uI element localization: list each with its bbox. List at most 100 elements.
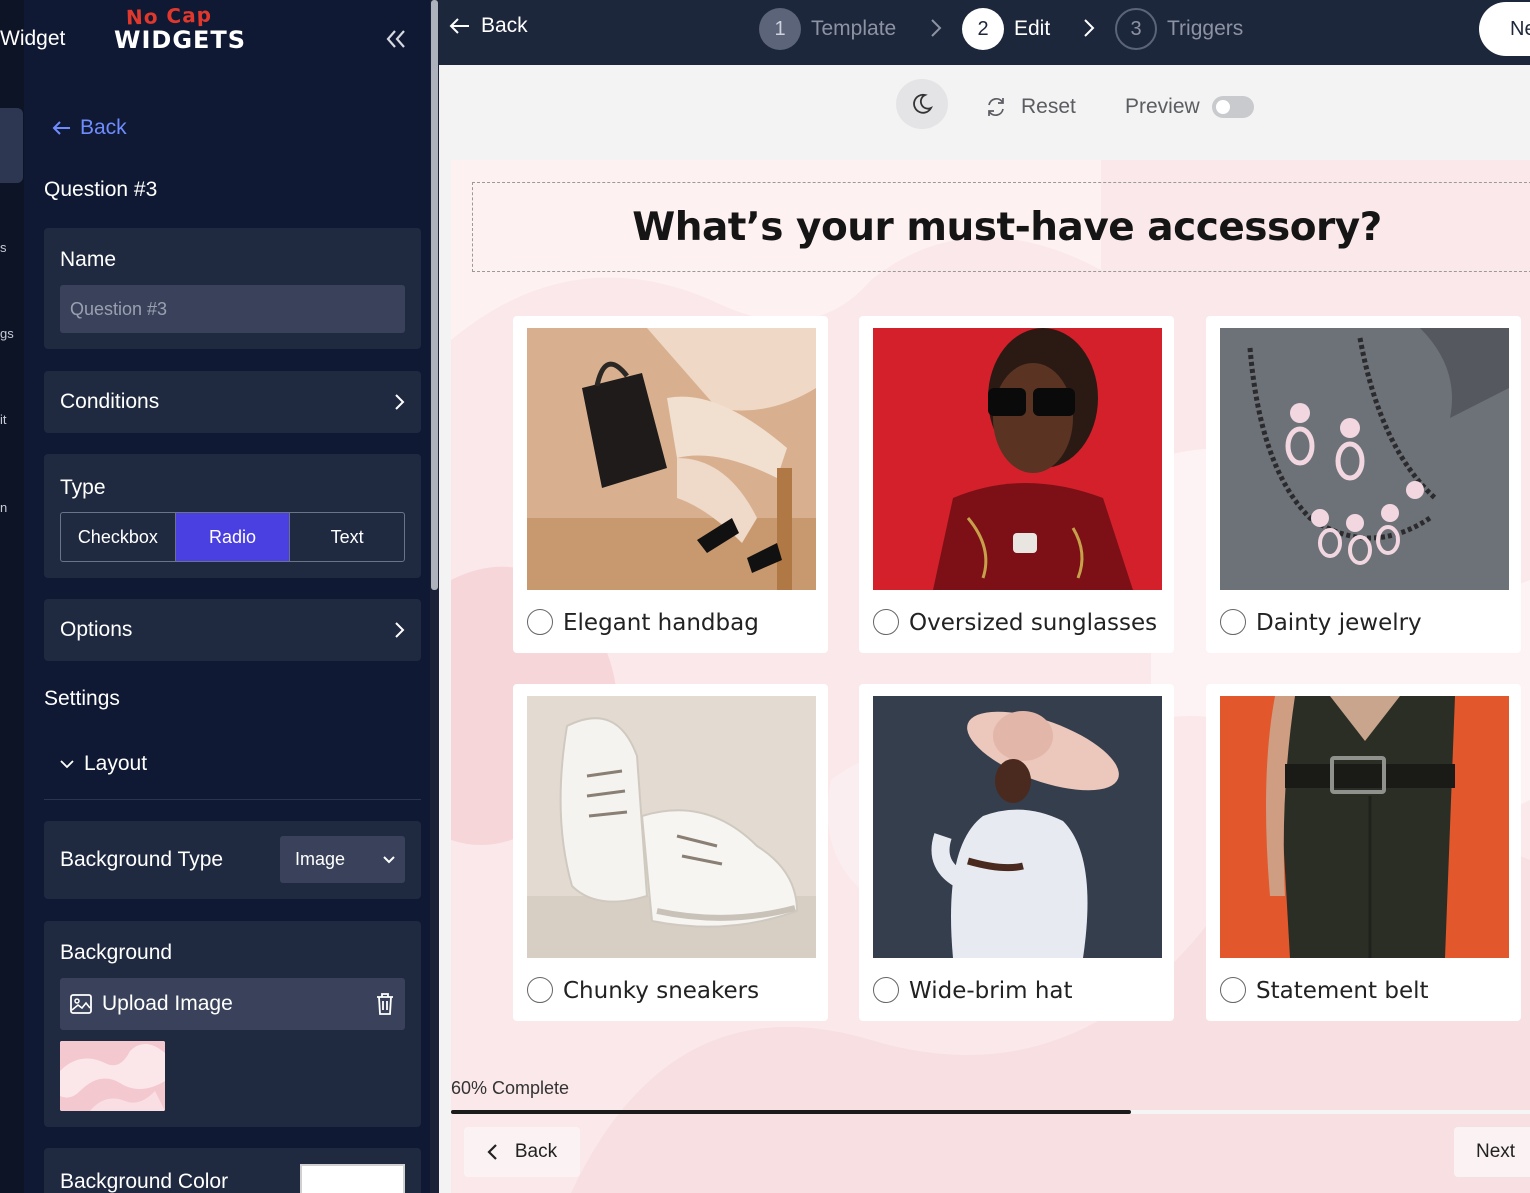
conditions-label: Conditions	[60, 390, 160, 413]
option-radio[interactable]	[873, 609, 899, 635]
collapse-sidebar-button[interactable]	[380, 26, 412, 58]
sidebar-back-label: Back	[80, 116, 127, 139]
brand-logo: No Cap WIDGETS	[114, 2, 247, 58]
background-color-swatch[interactable]	[300, 1164, 405, 1193]
step-number: 3	[1115, 8, 1157, 50]
option-radio[interactable]	[1220, 977, 1246, 1003]
double-chevron-left-icon	[386, 30, 405, 48]
sidebar-scrollbar[interactable]	[430, 0, 439, 1193]
switch-knob	[1215, 100, 1230, 114]
options-section[interactable]: Options	[44, 599, 421, 661]
upload-image-label: Upload Image	[102, 992, 233, 1015]
type-option-text[interactable]: Text	[290, 513, 404, 561]
option-card[interactable]: Dainty jewelry	[1206, 316, 1521, 653]
dark-mode-toggle[interactable]	[896, 79, 948, 129]
step-triggers[interactable]: 3 Triggers	[1115, 8, 1243, 50]
chevron-down-icon	[383, 855, 395, 863]
conditions-section[interactable]: Conditions	[44, 371, 421, 433]
preview-toggle[interactable]: Preview	[1125, 95, 1254, 119]
question-title-box[interactable]: What’s your must-have accessory?	[472, 182, 1530, 272]
background-image-thumbnail	[60, 1041, 165, 1111]
background-type-select[interactable]: Image	[280, 836, 405, 883]
option-radio[interactable]	[873, 977, 899, 1003]
type-label: Type	[60, 476, 106, 499]
topbar-back-label: Back	[481, 14, 528, 37]
moon-icon	[913, 93, 933, 114]
image-icon	[70, 994, 92, 1014]
options-label: Options	[60, 618, 133, 641]
option-card[interactable]: Elegant handbag	[513, 316, 828, 653]
question-type-selector: Checkbox Radio Text	[60, 512, 405, 562]
arrow-left-icon	[449, 18, 469, 34]
chevron-right-icon	[1084, 19, 1095, 37]
chevron-right-icon	[931, 19, 942, 37]
trash-icon[interactable]	[375, 992, 395, 1016]
quiz-canvas: What’s your must-have accessory? Elegant…	[451, 160, 1530, 1193]
step-template[interactable]: 1 Template	[759, 8, 896, 50]
background-type-value: Image	[295, 849, 346, 869]
reset-button[interactable]: Reset	[985, 95, 1076, 119]
name-section: Name	[44, 228, 421, 349]
progress-bar	[451, 1110, 1530, 1114]
option-label: Statement belt	[1256, 978, 1429, 1004]
option-card[interactable]: Wide-brim hat	[859, 684, 1174, 1021]
preview-label: Preview	[1125, 95, 1200, 118]
canvas-background-image	[451, 160, 1530, 1193]
topbar-back-button[interactable]: Back	[449, 14, 528, 38]
reset-label: Reset	[1021, 95, 1076, 118]
quiz-back-label: Back	[514, 1141, 558, 1162]
logo-line-2: WIDGETS	[114, 26, 247, 54]
nav-rail-label[interactable]: s	[0, 240, 7, 255]
step-label: Triggers	[1167, 17, 1244, 40]
preview-switch[interactable]	[1211, 96, 1254, 118]
nav-rail-label[interactable]: it	[0, 412, 7, 427]
sneakers-photo	[527, 696, 816, 958]
option-label: Oversized sunglasses	[909, 610, 1158, 636]
background-color-label: Background Color	[60, 1170, 229, 1193]
layout-label: Layout	[84, 752, 148, 775]
type-option-checkbox[interactable]: Checkbox	[61, 513, 176, 561]
nav-rail-active-item[interactable]	[0, 108, 23, 183]
quiz-next-label: Next	[1476, 1141, 1516, 1162]
question-title: What’s your must-have accessory?	[632, 204, 1382, 250]
scrollbar-thumb[interactable]	[431, 0, 438, 590]
arrow-left-icon	[52, 121, 70, 135]
layout-accordion-toggle[interactable]: Layout	[44, 752, 421, 800]
preview-toolbar: Reset Preview	[439, 65, 1530, 153]
option-card[interactable]: Chunky sneakers	[513, 684, 828, 1021]
brand-title: Widget	[0, 27, 66, 50]
background-type-section: Background Type Image	[44, 821, 421, 899]
option-label: Chunky sneakers	[563, 978, 760, 1004]
background-label: Background	[60, 941, 173, 964]
sidebar-back-link[interactable]: Back	[52, 116, 127, 140]
logo-line-1: No Cap	[125, 2, 213, 30]
question-heading: Question #3	[44, 178, 158, 201]
quiz-back-button[interactable]: Back	[464, 1127, 580, 1177]
step-number: 1	[759, 8, 801, 50]
quiz-next-button[interactable]: Next	[1454, 1127, 1530, 1177]
option-label: Dainty jewelry	[1256, 610, 1422, 636]
option-card[interactable]: Statement belt	[1206, 684, 1521, 1021]
nav-rail-label[interactable]: n	[0, 500, 7, 515]
chevron-right-icon	[395, 622, 405, 638]
step-edit[interactable]: 2 Edit	[962, 8, 1050, 50]
sunglasses-photo	[873, 328, 1162, 590]
option-radio[interactable]	[527, 609, 553, 635]
option-radio[interactable]	[1220, 609, 1246, 635]
option-radio[interactable]	[527, 977, 553, 1003]
step-number: 2	[962, 8, 1004, 50]
progress-text: 60% Complete	[451, 1078, 570, 1098]
wizard-topbar: Back 1 Template 2 Edit 3 Triggers Ne	[439, 0, 1530, 65]
background-type-label: Background Type	[60, 848, 224, 871]
question-name-input[interactable]	[60, 285, 405, 333]
chevron-right-icon	[395, 394, 405, 410]
progress-bar-fill	[451, 1110, 1131, 1114]
option-card[interactable]: Oversized sunglasses	[859, 316, 1174, 653]
chevron-down-icon	[60, 760, 74, 769]
type-option-radio[interactable]: Radio	[175, 513, 291, 561]
nav-rail-label[interactable]: gs	[0, 326, 14, 341]
topbar-next-button[interactable]: Ne	[1479, 2, 1530, 56]
option-label: Elegant handbag	[563, 610, 759, 636]
jewelry-photo	[1220, 328, 1509, 590]
upload-image-button[interactable]: Upload Image	[60, 978, 405, 1030]
